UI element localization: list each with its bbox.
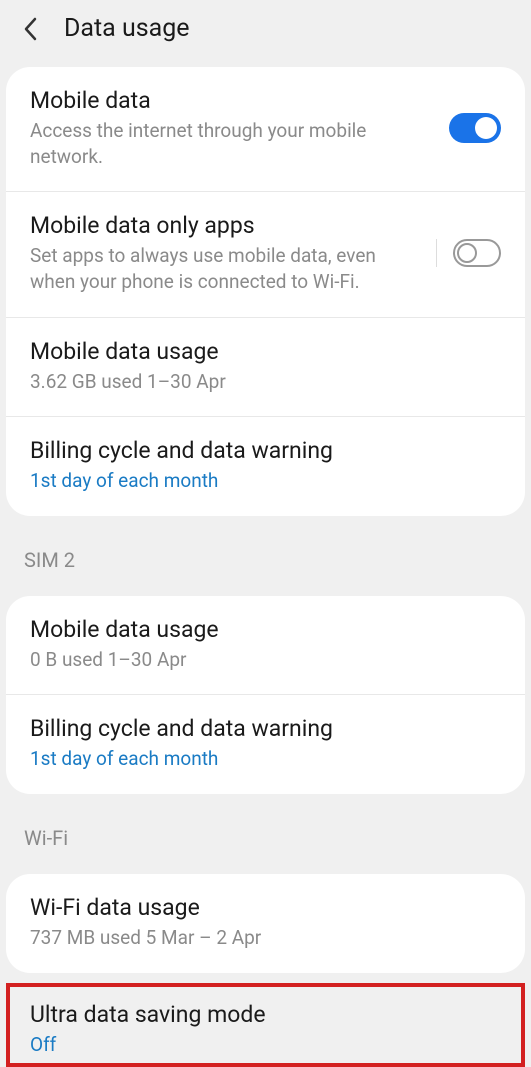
toggle-separator [436, 239, 437, 267]
card-sim2: Mobile data usage 0 B used 1–30 Apr Bill… [6, 596, 525, 794]
sim2-billing-cycle-sub: 1st day of each month [30, 746, 485, 772]
item-ultra-data-saving[interactable]: Ultra data saving mode Off [10, 987, 521, 1064]
back-icon[interactable] [20, 19, 40, 39]
mobile-data-only-apps-sub: Set apps to always use mobile data, even… [30, 243, 420, 294]
mobile-data-toggle[interactable] [449, 113, 501, 143]
header: Data usage [0, 0, 531, 57]
highlighted-ultra-data-saving: Ultra data saving mode Off [6, 983, 525, 1067]
ultra-data-saving-sub: Off [30, 1032, 485, 1058]
sim2-billing-cycle-title: Billing cycle and data warning [30, 715, 485, 742]
item-mobile-data-usage[interactable]: Mobile data usage 3.62 GB used 1–30 Apr [6, 317, 525, 417]
item-billing-cycle[interactable]: Billing cycle and data warning 1st day o… [6, 416, 525, 516]
mobile-data-title: Mobile data [30, 87, 433, 114]
card-wifi: Wi-Fi data usage 737 MB used 5 Mar – 2 A… [6, 874, 525, 973]
section-header-sim2: SIM 2 [0, 526, 531, 586]
billing-cycle-title: Billing cycle and data warning [30, 437, 485, 464]
wifi-data-usage-title: Wi-Fi data usage [30, 894, 485, 921]
mobile-data-usage-sub: 3.62 GB used 1–30 Apr [30, 369, 485, 395]
mobile-data-only-apps-toggle[interactable] [453, 239, 501, 267]
item-wifi-data-usage[interactable]: Wi-Fi data usage 737 MB used 5 Mar – 2 A… [6, 874, 525, 973]
mobile-data-sub: Access the internet through your mobile … [30, 118, 433, 169]
wifi-data-usage-sub: 737 MB used 5 Mar – 2 Apr [30, 925, 485, 951]
item-mobile-data[interactable]: Mobile data Access the internet through … [6, 67, 525, 191]
item-mobile-data-only-apps[interactable]: Mobile data only apps Set apps to always… [6, 191, 525, 316]
card-sim1: Mobile data Access the internet through … [6, 67, 525, 516]
section-header-wifi: Wi-Fi [0, 804, 531, 864]
item-sim2-billing-cycle[interactable]: Billing cycle and data warning 1st day o… [6, 694, 525, 794]
billing-cycle-sub: 1st day of each month [30, 468, 485, 494]
ultra-data-saving-title: Ultra data saving mode [30, 1001, 485, 1028]
item-sim2-mobile-data-usage[interactable]: Mobile data usage 0 B used 1–30 Apr [6, 596, 525, 695]
sim2-mobile-data-usage-title: Mobile data usage [30, 616, 485, 643]
mobile-data-usage-title: Mobile data usage [30, 338, 485, 365]
page-title: Data usage [64, 14, 190, 43]
mobile-data-only-apps-title: Mobile data only apps [30, 212, 420, 239]
sim2-mobile-data-usage-sub: 0 B used 1–30 Apr [30, 647, 485, 673]
